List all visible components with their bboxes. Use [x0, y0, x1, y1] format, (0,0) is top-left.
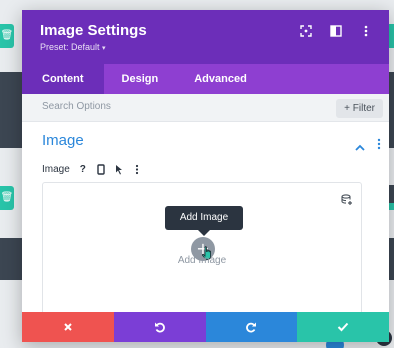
more-vertical-icon[interactable] [377, 135, 381, 154]
trash-icon[interactable]: 🗑 [0, 186, 14, 210]
fullscreen-icon[interactable] [299, 24, 313, 38]
search-input[interactable] [42, 101, 242, 112]
preset-dropdown[interactable]: Preset: Default ▾ [40, 42, 106, 52]
settings-modal: Image Settings Preset: Default ▾ Content… [22, 10, 389, 342]
close-icon [64, 323, 72, 331]
split-view-icon[interactable] [329, 24, 343, 38]
add-image-label: Add Image [177, 255, 227, 266]
trash-icon[interactable]: 🗑 [0, 24, 14, 48]
save-button[interactable] [297, 312, 389, 342]
undo-icon [154, 322, 165, 333]
more-vertical-icon[interactable] [132, 163, 142, 175]
preset-label: Preset: Default [40, 42, 100, 52]
check-icon [337, 322, 349, 332]
modal-tabs: Content Design Advanced [22, 64, 389, 94]
dynamic-content-icon[interactable] [341, 191, 353, 210]
redo-button[interactable] [205, 312, 298, 342]
filter-button[interactable]: + Filter [336, 99, 383, 118]
modal-footer [22, 312, 389, 342]
modal-title: Image Settings [40, 22, 147, 39]
undo-button[interactable] [113, 312, 206, 342]
section-title: Image [42, 132, 84, 149]
search-bar: + Filter [22, 94, 389, 122]
tab-advanced[interactable]: Advanced [176, 64, 265, 94]
add-image-tooltip: Add Image [165, 206, 243, 236]
tab-content[interactable]: Content [22, 64, 104, 94]
tab-design[interactable]: Design [104, 64, 177, 94]
more-vertical-icon[interactable] [359, 24, 373, 38]
image-upload-area[interactable]: Add Image + Add Image [42, 182, 362, 322]
modal-header: Image Settings Preset: Default ▾ [22, 10, 389, 64]
image-section-header[interactable]: Image [22, 122, 389, 152]
chevron-down-icon: ▾ [102, 45, 106, 52]
redo-icon [246, 322, 257, 333]
discard-button[interactable] [22, 312, 114, 342]
image-field-label-row: Image ? [42, 163, 142, 175]
help-icon[interactable]: ? [78, 163, 88, 175]
cursor-icon[interactable] [114, 163, 124, 175]
field-label: Image [42, 163, 70, 175]
chevron-up-icon[interactable] [355, 136, 365, 155]
mobile-icon[interactable] [96, 163, 106, 175]
